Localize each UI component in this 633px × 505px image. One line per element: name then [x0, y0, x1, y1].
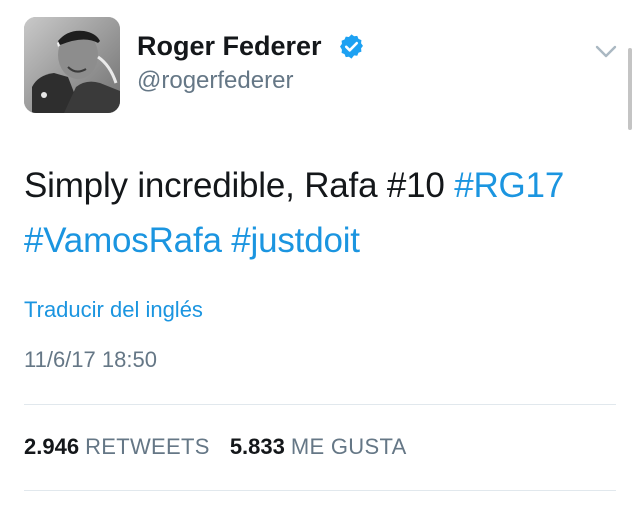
timestamp: 11/6/17 18:50 [24, 347, 157, 372]
avatar-photo-icon [24, 17, 120, 113]
avatar[interactable] [24, 17, 120, 113]
translate-link[interactable]: Traducir del inglés [24, 296, 203, 324]
chevron-down-icon[interactable] [594, 42, 618, 62]
display-name[interactable]: Roger Federer [137, 30, 322, 62]
tweet-text: Simply incredible, Rafa #10 #RG17 #Vamos… [24, 158, 614, 268]
tweet-detail: Roger Federer @rogerfederer Simply incre… [0, 0, 633, 505]
likes-label: ME GUSTA [290, 434, 407, 459]
hashtag-justdoit[interactable]: #justdoit [231, 221, 360, 260]
retweets-label: RETWEETS [85, 434, 210, 459]
hashtag-rg17[interactable]: #RG17 [454, 166, 564, 205]
handle[interactable]: @rogerfederer [137, 66, 293, 96]
divider [24, 404, 616, 405]
tweet-text-body: Simply incredible, Rafa #10 [24, 166, 445, 205]
likes-count: 5.833 [229, 434, 285, 459]
verified-badge-icon [338, 33, 365, 60]
scrollbar[interactable] [628, 48, 632, 130]
tweet-stats: 2.946 RETWEETS 5.833 ME GUSTA [24, 433, 407, 461]
divider [24, 490, 616, 491]
retweets-stat[interactable]: 2.946 RETWEETS [24, 433, 210, 461]
retweets-count: 2.946 [24, 434, 80, 459]
likes-stat[interactable]: 5.833 ME GUSTA [230, 433, 407, 461]
hashtag-vamosrafa[interactable]: #VamosRafa [24, 221, 222, 260]
